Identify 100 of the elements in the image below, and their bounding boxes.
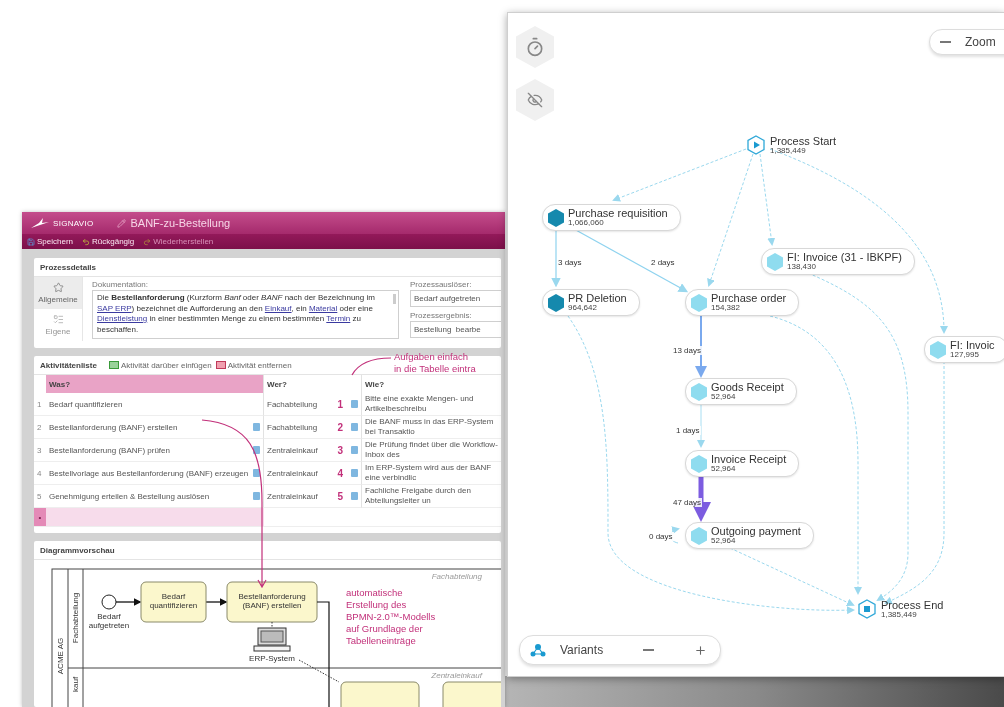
activity-count: 127,995 <box>950 351 980 359</box>
handwritten-number: 3 <box>337 444 343 456</box>
variants-icon[interactable] <box>530 643 546 657</box>
note-icon[interactable] <box>351 492 358 500</box>
table-cell: Fachabteilung <box>267 399 318 409</box>
activity-count: 154,382 <box>711 304 741 312</box>
toolbar-button[interactable]: Speichern <box>24 237 77 246</box>
plus-icon <box>694 643 708 657</box>
activity-node[interactable]: Invoice Receipt 52,964 <box>685 450 800 477</box>
new-row-cell[interactable] <box>46 508 264 527</box>
save-icon <box>27 237 35 246</box>
task-box: Bestellanforderung (BANF) erstellen <box>226 581 318 623</box>
column-header[interactable]: Wie? <box>362 375 388 393</box>
handwritten-number: 2 <box>337 421 343 433</box>
activity-name: Purchase requisition <box>568 208 668 219</box>
row-number: 4 <box>37 468 42 478</box>
event-label: Bedarf aufgetreten <box>88 612 130 630</box>
lane-label: Fachabteilung <box>71 592 80 644</box>
note-icon[interactable] <box>253 492 260 500</box>
activity-name: Outgoing payment <box>711 526 801 537</box>
minus-icon <box>643 649 655 651</box>
action-button[interactable]: Aktivität entfernen <box>215 360 292 370</box>
association-line <box>271 621 273 628</box>
lane-caption: Zentraleinkauf <box>431 671 482 680</box>
table-cell-text: Die BANF muss in das ERP-System bei Transaktio <box>365 417 495 437</box>
row-number: 1 <box>37 399 42 409</box>
task-box: Bedarf quantifizieren <box>140 581 207 623</box>
note-icon[interactable] <box>253 423 260 431</box>
activity-count: 1,385,449 <box>770 146 807 155</box>
scrollbar-thumb[interactable] <box>393 294 396 304</box>
note-icon[interactable] <box>253 469 260 477</box>
activity-name: FI: Invoic <box>950 340 995 351</box>
activity-name: Goods Receipt <box>711 382 784 393</box>
list-icon <box>52 314 64 325</box>
association-line <box>298 659 340 683</box>
note-icon[interactable] <box>351 446 358 454</box>
activity-node[interactable]: Goods Receipt 52,964 <box>685 378 797 405</box>
text-link[interactable]: Termin <box>326 314 351 323</box>
text-link[interactable]: Dienstleistung <box>97 314 148 323</box>
field-label: Dokumentation: <box>92 280 150 289</box>
field-label: Prozessergebnis: <box>410 311 473 320</box>
logo-text: SIGNAVIO <box>53 218 94 228</box>
duration-label: 1 days <box>675 426 701 435</box>
row-number: 2 <box>37 422 42 432</box>
panel-title: Prozessdetails <box>40 262 97 272</box>
activity-node[interactable]: Outgoing payment 52,964 <box>685 522 814 549</box>
activity-node[interactable]: Purchase order 154,382 <box>685 289 800 316</box>
handwritten-number: 4 <box>337 467 343 479</box>
action-button[interactable]: Aktivität darüber einfügen <box>108 360 212 370</box>
note-icon[interactable] <box>351 469 358 477</box>
insert-row-icon <box>108 361 119 369</box>
table-cell: Zentraleinkauf <box>267 491 318 501</box>
star-icon <box>52 282 64 293</box>
side-tab[interactable]: Allgemeine <box>34 277 82 309</box>
column-header[interactable]: Was? <box>46 375 263 393</box>
variants-label: Variants <box>560 643 604 657</box>
sequence-flow <box>115 598 142 606</box>
toolbar-button[interactable]: Rückgängig <box>79 237 138 246</box>
lane-label: kauf <box>71 676 80 692</box>
handwritten-number: 5 <box>337 490 343 502</box>
activity-count: 138,430 <box>787 263 817 271</box>
column-header[interactable]: Wer? <box>264 375 290 393</box>
table-cell-text: Bitte eine exakte Mengen- und Artikelbeschreibu <box>365 394 475 414</box>
start-event <box>101 594 117 610</box>
activity-count: 52,964 <box>711 393 737 401</box>
activity-count: 964,642 <box>568 304 598 312</box>
text-link[interactable]: Einkauf <box>264 303 292 313</box>
documentation-field[interactable]: Die Bestellanforderung (Kurzform Banf oder BANF nach der Bezeichnung im SAP ERP) bezeichnet die Aufforderung an den Einkauf, ein Material oder eine Dienstleistung in einer bestimmten Menge zu einem bestimmten Termin zu beschaffen. <box>92 290 399 339</box>
handwritten-number: 1 <box>337 398 343 410</box>
activity-node[interactable]: FI: Invoice (31 - IBKPF) 138,430 <box>761 248 915 275</box>
system-label: ERP-System <box>249 654 295 663</box>
activity-count: 1,066,060 <box>568 219 605 227</box>
sequence-flow <box>205 598 228 606</box>
note-icon[interactable] <box>351 423 358 431</box>
pencil-icon <box>117 218 127 228</box>
text-link[interactable]: Material <box>308 303 338 313</box>
play-hexagon-icon[interactable] <box>747 135 765 155</box>
table-cell: Zentraleinkauf <box>267 468 318 478</box>
note-icon[interactable] <box>351 400 358 408</box>
pool-label: ACME AG <box>56 637 65 675</box>
table-cell: Zentraleinkauf <box>267 445 318 455</box>
diagram-title: BANF-zu-Bestellung <box>130 217 231 229</box>
handwritten-note: Aufgaben einfach in die Tabelle eintra <box>394 351 476 375</box>
stop-hexagon-icon[interactable] <box>858 599 876 619</box>
activity-node[interactable]: Purchase requisition 1,066,060 <box>542 204 681 231</box>
activity-name: Purchase order <box>711 293 787 304</box>
activity-name: FI: Invoice (31 - IBKPF) <box>787 252 902 263</box>
activity-name: Process Start <box>770 135 837 147</box>
input-field[interactable]: Bestellung bearbe <box>410 321 501 338</box>
activity-node[interactable]: FI: Invoic 127,995 <box>924 336 1004 363</box>
handwritten-note: automatische Erstellung des BPMN-2.0™-Modells auf Grundlage der Tabelleneinträge <box>346 587 436 647</box>
increase-button[interactable] <box>694 643 708 657</box>
activity-name: PR Deletion <box>568 293 627 304</box>
add-row-button[interactable]: • <box>34 508 46 527</box>
redo-icon <box>143 237 152 246</box>
note-icon[interactable] <box>253 446 260 454</box>
activity-node[interactable]: PR Deletion 964,642 <box>542 289 640 316</box>
text-link[interactable]: SAP ERP <box>97 303 132 313</box>
input-field[interactable]: Bedarf aufgetreten <box>410 290 501 307</box>
timer-icon <box>525 37 545 57</box>
